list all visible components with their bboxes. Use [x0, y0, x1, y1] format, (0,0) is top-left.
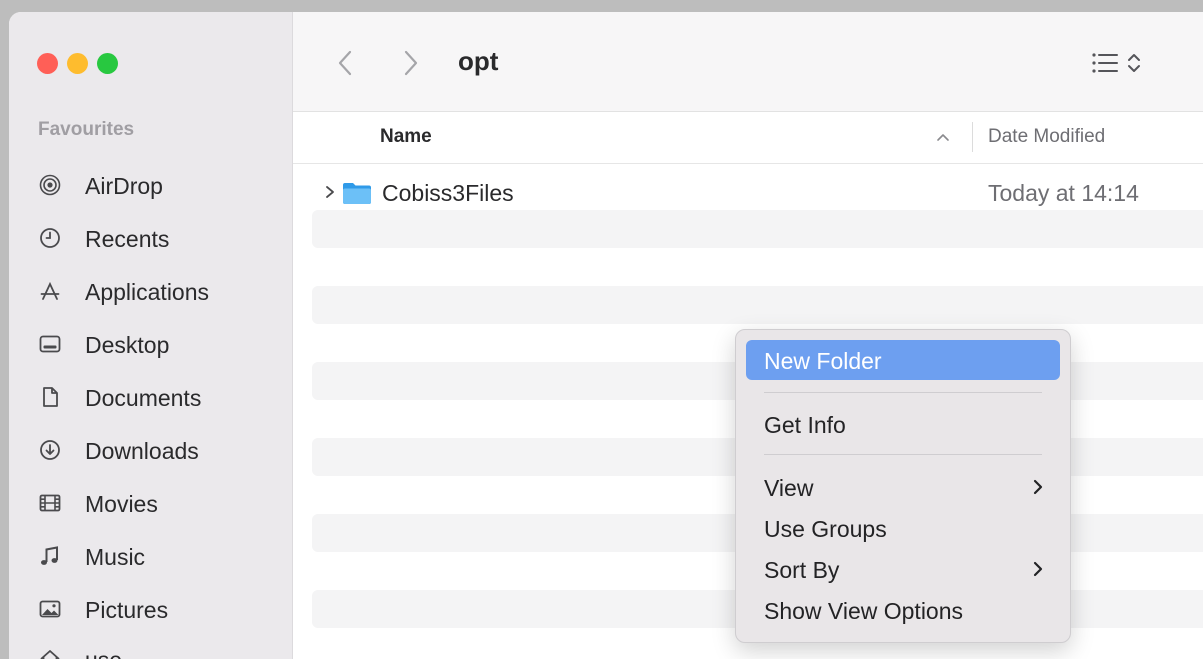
disclosure-chevron-icon[interactable]	[323, 182, 337, 202]
submenu-chevron-icon	[1033, 561, 1043, 577]
sidebar-item-label: Applications	[85, 279, 210, 305]
list-view-icon	[1092, 53, 1118, 73]
sidebar-item-applications[interactable]: Applications	[9, 270, 292, 314]
forward-button[interactable]	[395, 48, 425, 78]
minimize-button[interactable]	[67, 53, 88, 74]
sidebar-item-downloads[interactable]: Downloads	[9, 429, 292, 473]
sidebar-item-label: Movies	[85, 491, 158, 517]
sidebar-item-label: Desktop	[85, 332, 170, 358]
download-icon	[40, 440, 60, 460]
sidebar-item-music[interactable]: Music	[9, 535, 292, 579]
sidebar-item-pictures[interactable]: Pictures	[9, 588, 292, 632]
view-options-button[interactable]	[1091, 48, 1151, 78]
menu-item-view[interactable]: View	[746, 467, 1060, 507]
context-menu: New Folder Get Info View Use Groups Sort…	[735, 329, 1071, 643]
home-icon	[40, 650, 60, 659]
submenu-chevron-icon	[1033, 479, 1043, 495]
back-button[interactable]	[331, 48, 361, 78]
toolbar: opt	[293, 12, 1203, 112]
column-header: Name Date Modified	[293, 112, 1203, 164]
music-note-icon	[41, 546, 58, 565]
file-date: Today at 14:14	[988, 180, 1139, 206]
menu-item-label: Use Groups	[764, 516, 887, 542]
empty-row-stripe	[312, 286, 1203, 324]
menu-item-label: View	[764, 475, 814, 501]
menu-item-label: New Folder	[764, 348, 882, 374]
menu-item-get-info[interactable]: Get Info	[746, 404, 1060, 444]
clock-icon	[40, 228, 60, 248]
desktop-icon	[39, 335, 61, 353]
airdrop-icon	[39, 174, 61, 196]
menu-separator	[764, 392, 1042, 393]
sidebar-item-airdrop[interactable]: AirDrop	[9, 164, 292, 208]
sidebar-item-label: use	[85, 647, 122, 659]
sidebar-item-recents[interactable]: Recents	[9, 217, 292, 261]
sort-ascending-icon[interactable]	[936, 132, 950, 142]
sidebar-section-favourites: Favourites	[38, 119, 135, 140]
chevron-up-down-icon	[1128, 54, 1140, 72]
menu-separator	[764, 454, 1042, 455]
sidebar-item-use[interactable]: use	[9, 638, 292, 659]
document-icon	[43, 387, 58, 407]
sidebar-item-label: Downloads	[85, 438, 199, 464]
film-icon	[39, 494, 61, 512]
sidebar-item-label: Documents	[85, 385, 202, 411]
empty-row-stripe	[312, 210, 1203, 248]
menu-item-new-folder[interactable]: New Folder	[746, 340, 1060, 380]
folder-icon	[343, 183, 371, 204]
sidebar-item-label: Recents	[85, 226, 170, 252]
close-button[interactable]	[37, 53, 58, 74]
sidebar-item-label: Music	[85, 544, 146, 570]
sidebar-item-desktop[interactable]: Desktop	[9, 323, 292, 367]
applications-icon	[40, 281, 60, 300]
sidebar-item-label: AirDrop	[85, 173, 163, 199]
sidebar-item-documents[interactable]: Documents	[9, 376, 292, 420]
sidebar-item-movies[interactable]: Movies	[9, 482, 292, 526]
menu-item-use-groups[interactable]: Use Groups	[746, 508, 1060, 548]
sidebar-item-label: Pictures	[85, 597, 169, 623]
sidebar: Favourites AirDrop Recents Applications	[9, 12, 293, 659]
column-name-header[interactable]: Name	[380, 126, 432, 148]
menu-item-label: Get Info	[764, 412, 846, 438]
menu-item-label: Sort By	[764, 557, 840, 583]
menu-item-show-view-options[interactable]: Show View Options	[746, 590, 1060, 630]
column-separator[interactable]	[972, 122, 973, 152]
folder-title: opt	[458, 46, 499, 76]
menu-item-sort-by[interactable]: Sort By	[746, 549, 1060, 589]
file-name: Cobiss3Files	[382, 180, 514, 206]
picture-icon	[39, 600, 61, 618]
column-date-header[interactable]: Date Modified	[988, 126, 1105, 148]
menu-item-label: Show View Options	[764, 598, 964, 624]
zoom-button[interactable]	[97, 53, 118, 74]
